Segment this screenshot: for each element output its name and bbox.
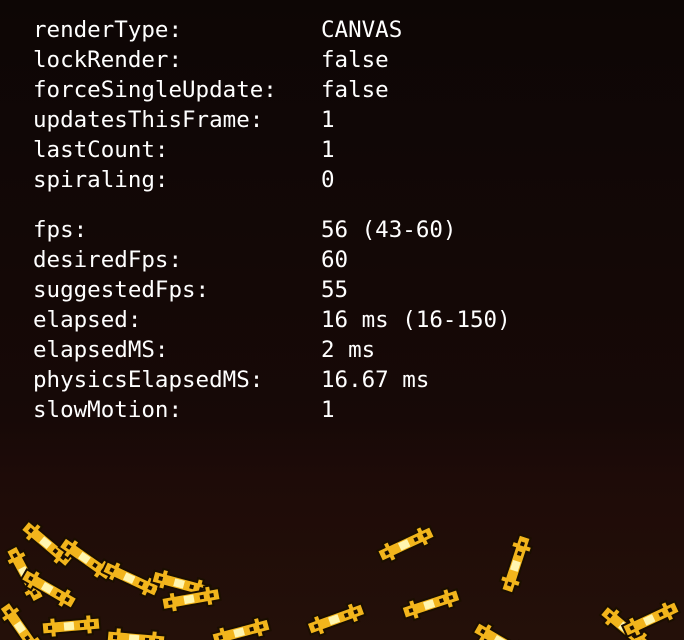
debug-key: spiraling: <box>33 167 169 193</box>
debug-key: slowMotion: <box>33 397 183 423</box>
glowing-cart-sprite <box>39 609 103 640</box>
debug-key: fps: <box>33 217 88 243</box>
debug-value: 2 ms <box>321 337 376 363</box>
debug-value: 16.67 ms <box>321 367 430 393</box>
debug-key: elapsed: <box>33 307 142 333</box>
debug-row-fps: fps: 56 (43-60) <box>33 215 511 245</box>
debug-key: suggestedFps: <box>33 277 210 303</box>
debug-row-updates-this-frame: updatesThisFrame: 1 <box>33 105 511 135</box>
debug-key: forceSingleUpdate: <box>33 77 277 103</box>
debug-value: 16 ms (16-150) <box>321 307 511 333</box>
debug-row-lock-render: lockRender: false <box>33 45 511 75</box>
debug-key: updatesThisFrame: <box>33 107 264 133</box>
glowing-cart-sprite <box>104 622 168 640</box>
debug-group-spacer <box>33 195 511 215</box>
glowing-cart-sprite <box>302 595 370 640</box>
debug-row-force-single-update: forceSingleUpdate: false <box>33 75 511 105</box>
debug-value: CANVAS <box>321 17 403 43</box>
debug-row-physics-elapsed-ms: physicsElapsedMS: 16.67 ms <box>33 365 511 395</box>
debug-row-spiraling: spiraling: 0 <box>33 165 511 195</box>
debug-value: 56 (43-60) <box>321 217 457 243</box>
debug-value: 1 <box>321 397 335 423</box>
glowing-cart-sprite <box>617 593 684 640</box>
debug-row-elapsed-ms: elapsedMS: 2 ms <box>33 335 511 365</box>
debug-row-elapsed: elapsed: 16 ms (16-150) <box>33 305 511 335</box>
debug-key: lastCount: <box>33 137 169 163</box>
debug-value: false <box>321 77 389 103</box>
debug-value: 0 <box>321 167 335 193</box>
debug-row-desired-fps: desiredFps: 60 <box>33 245 511 275</box>
debug-key: lockRender: <box>33 47 183 73</box>
game-canvas[interactable]: renderType: CANVAS lockRender: false for… <box>0 0 684 640</box>
debug-row-slow-motion: slowMotion: 1 <box>33 395 511 425</box>
debug-key: physicsElapsedMS: <box>33 367 264 393</box>
debug-row-render-type: renderType: CANVAS <box>33 15 511 45</box>
debug-value: false <box>321 47 389 73</box>
debug-value: 60 <box>321 247 349 273</box>
debug-value: 1 <box>321 137 335 163</box>
debug-key: renderType: <box>33 17 183 43</box>
glowing-cart-sprite <box>207 610 274 640</box>
glowing-cart-sprite <box>467 614 535 640</box>
glowing-cart-sprite <box>397 581 465 627</box>
debug-key: elapsedMS: <box>33 337 169 363</box>
glowing-cart-sprite <box>372 518 440 570</box>
debug-value: 55 <box>321 277 349 303</box>
debug-row-last-count: lastCount: 1 <box>33 135 511 165</box>
debug-row-suggested-fps: suggestedFps: 55 <box>33 275 511 305</box>
glowing-cart-sprite <box>493 530 539 598</box>
debug-key: desiredFps: <box>33 247 183 273</box>
debug-value: 1 <box>321 107 335 133</box>
debug-info-panel: renderType: CANVAS lockRender: false for… <box>33 15 511 425</box>
glowing-cart-sprite <box>15 561 83 616</box>
